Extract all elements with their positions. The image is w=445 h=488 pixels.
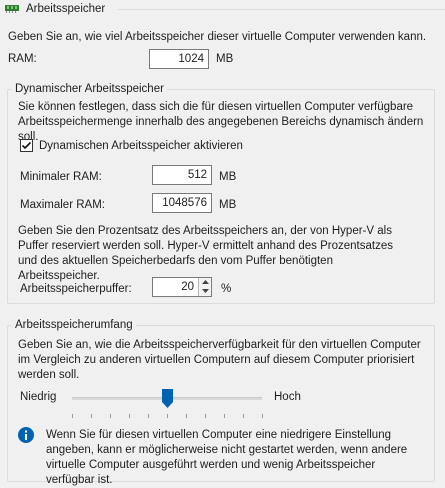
slider-tick [262, 414, 263, 418]
min-ram-label: Minimaler RAM: [20, 171, 102, 183]
weight-slider-thumb[interactable] [162, 389, 173, 411]
spin-up-button[interactable] [198, 278, 211, 287]
min-ram-unit: MB [219, 171, 237, 183]
dynamic-memory-checkbox[interactable] [20, 139, 33, 152]
slider-tick [72, 414, 73, 418]
slider-tick [167, 414, 168, 418]
header-divider [118, 9, 445, 10]
dynamic-memory-legend: Dynamischer Arbeitsspeicher [12, 82, 167, 96]
max-ram-label: Maximaler RAM: [20, 199, 105, 211]
info-text: Wenn Sie für diesen virtuellen Computer … [46, 429, 408, 486]
max-ram-unit: MB [219, 199, 237, 211]
spin-down-button[interactable] [198, 287, 211, 296]
slider-tick [110, 414, 111, 418]
slider-tick [243, 414, 244, 418]
slider-tick [186, 414, 187, 418]
dynamic-memory-checkbox-label[interactable]: Dynamischen Arbeitsspeicher aktivieren [39, 139, 243, 153]
slider-tick [91, 414, 92, 418]
info-icon [18, 427, 34, 443]
buffer-unit: % [221, 283, 232, 295]
slider-tick [129, 414, 130, 418]
checkmark-icon [21, 141, 32, 150]
buffer-value: 20 [181, 281, 194, 293]
ram-input[interactable]: 1024 [149, 49, 209, 69]
max-ram-input[interactable]: 1048576 [152, 193, 212, 213]
spin-up-icon [202, 280, 209, 284]
slider-tick [205, 414, 206, 418]
min-ram-input[interactable]: 512 [152, 165, 212, 185]
slider-tick [224, 414, 225, 418]
slider-tick [148, 414, 149, 418]
memory-weight-legend: Arbeitsspeicherumfang [12, 318, 136, 332]
memory-chip-icon [5, 4, 19, 14]
slider-thumb-icon [162, 389, 173, 408]
buffer-spinbox[interactable]: 20 [152, 277, 212, 297]
slider-low-label: Niedrig [20, 391, 57, 403]
weight-description: Geben Sie an, wie die Arbeitsspeicherver… [18, 339, 421, 381]
ram-label: RAM: [8, 53, 37, 65]
intro-text: Geben Sie an, wie viel Arbeitsspeicher d… [8, 31, 427, 43]
ram-unit: MB [216, 53, 234, 65]
slider-high-label: Hoch [274, 391, 301, 403]
page-title: Arbeitsspeicher [26, 3, 106, 15]
buffer-label: Arbeitsspeicherpuffer: [20, 283, 132, 295]
buffer-description: Geben Sie den Prozentsatz des Arbeitsspe… [18, 225, 393, 282]
spin-down-icon [202, 289, 209, 293]
